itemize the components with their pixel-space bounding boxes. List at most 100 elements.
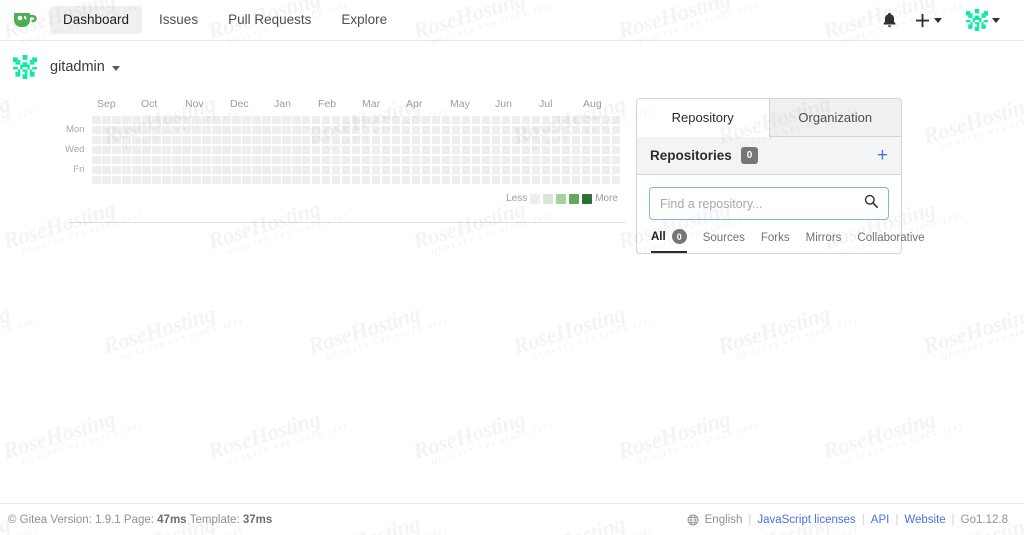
filter-tab-forks[interactable]: Forks xyxy=(761,232,790,253)
heatmap-day-cell[interactable] xyxy=(472,146,480,154)
heatmap-day-cell[interactable] xyxy=(342,156,350,164)
heatmap-day-cell[interactable] xyxy=(132,176,140,184)
heatmap-day-cell[interactable] xyxy=(252,116,260,124)
heatmap-day-cell[interactable] xyxy=(552,166,560,174)
repository-search-input[interactable] xyxy=(649,187,889,220)
heatmap-day-cell[interactable] xyxy=(302,146,310,154)
heatmap-day-cell[interactable] xyxy=(342,116,350,124)
heatmap-day-cell[interactable] xyxy=(212,156,220,164)
heatmap-day-cell[interactable] xyxy=(412,136,420,144)
heatmap-day-cell[interactable] xyxy=(602,156,610,164)
heatmap-day-cell[interactable] xyxy=(592,156,600,164)
heatmap-day-cell[interactable] xyxy=(122,136,130,144)
footer-language[interactable]: English xyxy=(705,514,743,526)
heatmap-day-cell[interactable] xyxy=(162,136,170,144)
heatmap-day-cell[interactable] xyxy=(282,116,290,124)
heatmap-day-cell[interactable] xyxy=(332,156,340,164)
heatmap-day-cell[interactable] xyxy=(222,166,230,174)
heatmap-day-cell[interactable] xyxy=(112,146,120,154)
heatmap-day-cell[interactable] xyxy=(272,156,280,164)
heatmap-day-cell[interactable] xyxy=(562,116,570,124)
heatmap-day-cell[interactable] xyxy=(542,176,550,184)
footer-link-javascript-licenses[interactable]: JavaScript licenses xyxy=(757,514,855,526)
heatmap-day-cell[interactable] xyxy=(462,166,470,174)
heatmap-day-cell[interactable] xyxy=(302,166,310,174)
heatmap-day-cell[interactable] xyxy=(162,146,170,154)
tab-organization[interactable]: Organization xyxy=(769,98,903,137)
heatmap-day-cell[interactable] xyxy=(362,136,370,144)
heatmap-day-cell[interactable] xyxy=(152,136,160,144)
heatmap-day-cell[interactable] xyxy=(352,166,360,174)
heatmap-day-cell[interactable] xyxy=(452,166,460,174)
heatmap-day-cell[interactable] xyxy=(442,126,450,134)
heatmap-day-cell[interactable] xyxy=(582,176,590,184)
heatmap-day-cell[interactable] xyxy=(252,126,260,134)
heatmap-day-cell[interactable] xyxy=(302,156,310,164)
heatmap-day-cell[interactable] xyxy=(132,166,140,174)
heatmap-day-cell[interactable] xyxy=(312,176,320,184)
heatmap-day-cell[interactable] xyxy=(322,116,330,124)
nav-item-issues[interactable]: Issues xyxy=(146,6,211,34)
heatmap-day-cell[interactable] xyxy=(192,156,200,164)
heatmap-day-cell[interactable] xyxy=(262,156,270,164)
heatmap-day-cell[interactable] xyxy=(492,166,500,174)
heatmap-day-cell[interactable] xyxy=(282,156,290,164)
heatmap-day-cell[interactable] xyxy=(182,166,190,174)
heatmap-day-cell[interactable] xyxy=(222,156,230,164)
heatmap-day-cell[interactable] xyxy=(582,116,590,124)
heatmap-day-cell[interactable] xyxy=(392,156,400,164)
heatmap-day-cell[interactable] xyxy=(242,176,250,184)
heatmap-day-cell[interactable] xyxy=(112,116,120,124)
heatmap-day-cell[interactable] xyxy=(142,156,150,164)
heatmap-day-cell[interactable] xyxy=(162,156,170,164)
heatmap-day-cell[interactable] xyxy=(602,146,610,154)
heatmap-day-cell[interactable] xyxy=(182,156,190,164)
heatmap-day-cell[interactable] xyxy=(362,146,370,154)
heatmap-day-cell[interactable] xyxy=(142,126,150,134)
heatmap-day-cell[interactable] xyxy=(502,176,510,184)
heatmap-day-cell[interactable] xyxy=(152,116,160,124)
heatmap-day-cell[interactable] xyxy=(202,146,210,154)
heatmap-day-cell[interactable] xyxy=(272,176,280,184)
heatmap-day-cell[interactable] xyxy=(592,146,600,154)
heatmap-day-cell[interactable] xyxy=(142,116,150,124)
heatmap-day-cell[interactable] xyxy=(592,166,600,174)
heatmap-day-cell[interactable] xyxy=(572,126,580,134)
heatmap-day-cell[interactable] xyxy=(402,146,410,154)
heatmap-day-cell[interactable] xyxy=(152,156,160,164)
heatmap-day-cell[interactable] xyxy=(502,116,510,124)
heatmap-day-cell[interactable] xyxy=(292,176,300,184)
heatmap-day-cell[interactable] xyxy=(332,136,340,144)
heatmap-day-cell[interactable] xyxy=(552,116,560,124)
heatmap-day-cell[interactable] xyxy=(492,126,500,134)
heatmap-day-cell[interactable] xyxy=(552,146,560,154)
heatmap-day-cell[interactable] xyxy=(232,136,240,144)
heatmap-day-cell[interactable] xyxy=(392,176,400,184)
heatmap-day-cell[interactable] xyxy=(162,126,170,134)
heatmap-day-cell[interactable] xyxy=(202,156,210,164)
heatmap-day-cell[interactable] xyxy=(522,166,530,174)
heatmap-day-cell[interactable] xyxy=(562,126,570,134)
heatmap-day-cell[interactable] xyxy=(322,156,330,164)
heatmap-day-cell[interactable] xyxy=(222,176,230,184)
heatmap-day-cell[interactable] xyxy=(212,126,220,134)
heatmap-day-cell[interactable] xyxy=(492,116,500,124)
heatmap-day-cell[interactable] xyxy=(592,136,600,144)
heatmap-day-cell[interactable] xyxy=(152,166,160,174)
heatmap-day-cell[interactable] xyxy=(552,176,560,184)
heatmap-day-cell[interactable] xyxy=(482,146,490,154)
heatmap-day-cell[interactable] xyxy=(432,156,440,164)
heatmap-day-cell[interactable] xyxy=(402,136,410,144)
heatmap-day-cell[interactable] xyxy=(232,126,240,134)
heatmap-day-cell[interactable] xyxy=(442,166,450,174)
heatmap-day-cell[interactable] xyxy=(532,136,540,144)
heatmap-day-cell[interactable] xyxy=(392,116,400,124)
heatmap-day-cell[interactable] xyxy=(422,136,430,144)
heatmap-day-cell[interactable] xyxy=(132,126,140,134)
heatmap-day-cell[interactable] xyxy=(322,126,330,134)
heatmap-day-cell[interactable] xyxy=(102,176,110,184)
heatmap-day-cell[interactable] xyxy=(142,166,150,174)
heatmap-day-cell[interactable] xyxy=(462,176,470,184)
heatmap-day-cell[interactable] xyxy=(542,136,550,144)
heatmap-day-cell[interactable] xyxy=(422,146,430,154)
